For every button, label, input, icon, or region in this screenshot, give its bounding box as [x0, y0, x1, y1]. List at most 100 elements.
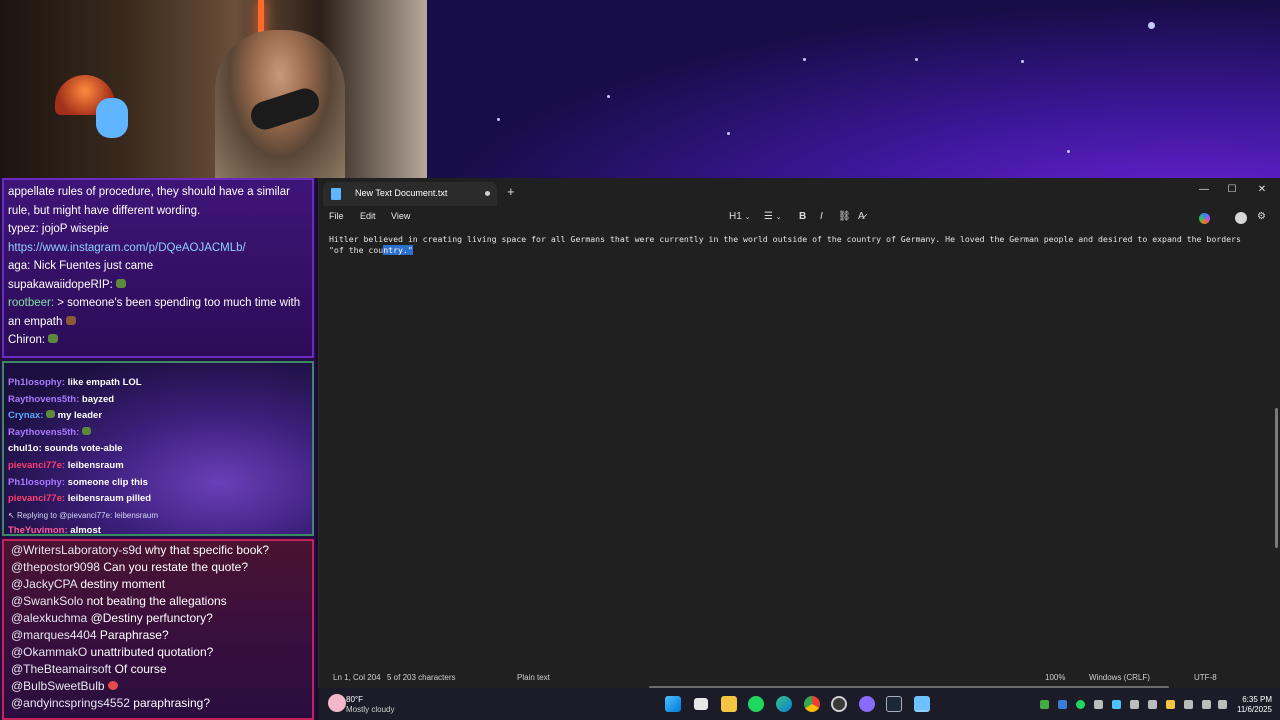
chrome-icon[interactable] [804, 696, 820, 712]
tray-icon[interactable] [1112, 700, 1121, 709]
chat-message: typez: jojoP wisepie [8, 223, 109, 235]
emote-icon [48, 334, 59, 343]
chat-message: @SwankSolo not beating the allegations [11, 594, 227, 608]
file-explorer-icon[interactable] [721, 696, 737, 712]
chat-message: appellate rules of procedure, they shoul… [8, 186, 290, 198]
encoding[interactable]: UTF-8 [1194, 673, 1217, 682]
chat-message: an empath [4, 313, 312, 332]
chat-message: Chiron: [4, 331, 312, 350]
star [1021, 60, 1024, 63]
editor-text: Hitler believed in creating living space… [329, 234, 1241, 255]
chat-message: @andyincsprings4552 paraphrasing? [11, 696, 210, 710]
list-icon: ☰ [764, 211, 773, 222]
clock-time[interactable]: 6:35 PM [1232, 695, 1272, 704]
chat-message: @alexkuchma @Destiny perfunctory? [11, 611, 213, 625]
link-icon[interactable]: ⛓ [838, 211, 851, 222]
emote-icon [116, 278, 127, 288]
clear-formatting-icon[interactable]: A̷ [858, 211, 865, 222]
chat-message: Ph1losophy: like empath LOL [8, 377, 142, 388]
text-editor[interactable]: Hitler believed in creating living space… [329, 234, 1269, 256]
star [607, 95, 610, 98]
chat-message: chul1o: sounds vote-able [8, 443, 123, 455]
chat-message: @thepostor9098 Can you restate the quote… [11, 560, 249, 574]
tray-icon[interactable] [1094, 700, 1103, 709]
reply-arrow-icon: ↖ [8, 510, 15, 520]
chat-message: rule, but might have different wording. [8, 204, 201, 217]
account-icon[interactable] [1235, 212, 1247, 224]
tray-icon[interactable] [1040, 700, 1049, 709]
zoom-level[interactable]: 100% [1045, 673, 1065, 682]
edge-icon[interactable] [776, 696, 792, 712]
star [497, 118, 500, 121]
steam-tray-icon[interactable] [1130, 700, 1139, 709]
unsaved-indicator-icon[interactable] [485, 191, 490, 196]
format-indicator[interactable]: Plain text [517, 673, 550, 682]
task-view-icon[interactable] [694, 698, 708, 710]
chat-panel-top: appellate rules of procedure, they shoul… [2, 178, 314, 358]
character-count: 5 of 203 characters [387, 673, 456, 682]
tray-icon[interactable] [1166, 700, 1175, 709]
copilot-icon[interactable] [1199, 213, 1210, 224]
chat-message: Raythovens5th: [4, 425, 312, 442]
clock-date[interactable]: 11/6/2025 [1232, 705, 1272, 714]
chat-message: @TheBteamairsoft Of course [11, 662, 167, 676]
obs-icon[interactable] [831, 696, 847, 712]
line-ending[interactable]: Windows (CRLF) [1089, 673, 1150, 682]
gear-icon[interactable]: ⚙ [1257, 211, 1266, 222]
chevron-down-icon: ⌄ [744, 214, 751, 221]
weather-icon[interactable] [328, 694, 346, 712]
app-icon[interactable] [859, 696, 875, 712]
chat-message: Ph1losophy: someone clip this [8, 476, 148, 488]
webcam-feed [0, 0, 427, 178]
star [727, 132, 730, 135]
chat-message: TheYuvimon: almost [8, 524, 101, 536]
menu-bar: File Edit View H1 ⌄ ☰ ⌄ B I ⛓ A̷ ⚙ [319, 206, 1280, 232]
tray-icon[interactable] [1076, 700, 1085, 709]
chat-panel-bottom: @WritersLaboratory-s9d why that specific… [2, 539, 314, 720]
volume-icon[interactable] [1202, 700, 1211, 709]
chat-message: supakawaiidopeRIP: [4, 276, 312, 295]
chat-link[interactable]: https://www.instagram.com/p/DQeAOJACMLb/ [4, 239, 312, 258]
weather-temp: 80°F [346, 695, 363, 704]
taskbar: 80°F Mostly cloudy 6:35 PM 11/6/2025 [318, 688, 1280, 720]
menu-edit[interactable]: Edit [360, 211, 376, 221]
emote-icon [107, 681, 118, 690]
tray-icon[interactable] [1148, 700, 1157, 709]
chevron-down-icon: ⌄ [775, 214, 782, 221]
document-icon [331, 188, 341, 200]
italic-button[interactable]: I [820, 211, 823, 222]
notepad-icon[interactable] [914, 696, 930, 712]
network-icon[interactable] [1184, 700, 1193, 709]
tab-title: New Text Document.txt [355, 188, 448, 198]
chat-message: rootbeer: > someone's been spending too … [8, 297, 301, 309]
notepad-window: New Text Document.txt + — ☐ ✕ File Edit … [318, 178, 1280, 689]
list-dropdown[interactable]: ☰ ⌄ [764, 211, 782, 222]
desktop-wallpaper [427, 0, 1280, 180]
star [803, 58, 806, 61]
steam-icon[interactable] [886, 696, 902, 712]
toy-figure [96, 98, 128, 138]
maximize-icon[interactable]: ☐ [1219, 181, 1245, 199]
emote-icon [81, 426, 91, 435]
weather-condition: Mostly cloudy [346, 705, 395, 714]
tray-icon[interactable] [1058, 700, 1067, 709]
star [1148, 22, 1155, 29]
close-icon[interactable]: ✕ [1249, 181, 1275, 199]
reply-note: ↖ Replying to @pievanci77e: leibensraum [8, 510, 159, 520]
bold-button[interactable]: B [799, 211, 806, 222]
cursor-position: Ln 1, Col 204 [333, 673, 381, 682]
new-tab-button[interactable]: + [507, 184, 515, 199]
document-tab[interactable]: New Text Document.txt [323, 182, 497, 206]
emote-icon [46, 410, 56, 419]
spotify-icon[interactable] [748, 696, 764, 712]
start-icon[interactable] [665, 696, 681, 712]
chat-message: aga: Nick Fuentes just came [8, 260, 154, 272]
chat-message: @JackyCPA destiny moment [11, 577, 166, 591]
heading-dropdown[interactable]: H1 ⌄ [729, 211, 750, 222]
vertical-scrollbar[interactable] [1275, 408, 1278, 548]
menu-file[interactable]: File [329, 211, 344, 221]
emote-icon [65, 315, 76, 325]
minimize-icon[interactable]: — [1191, 181, 1217, 199]
menu-view[interactable]: View [391, 211, 410, 221]
battery-icon[interactable] [1218, 700, 1227, 709]
